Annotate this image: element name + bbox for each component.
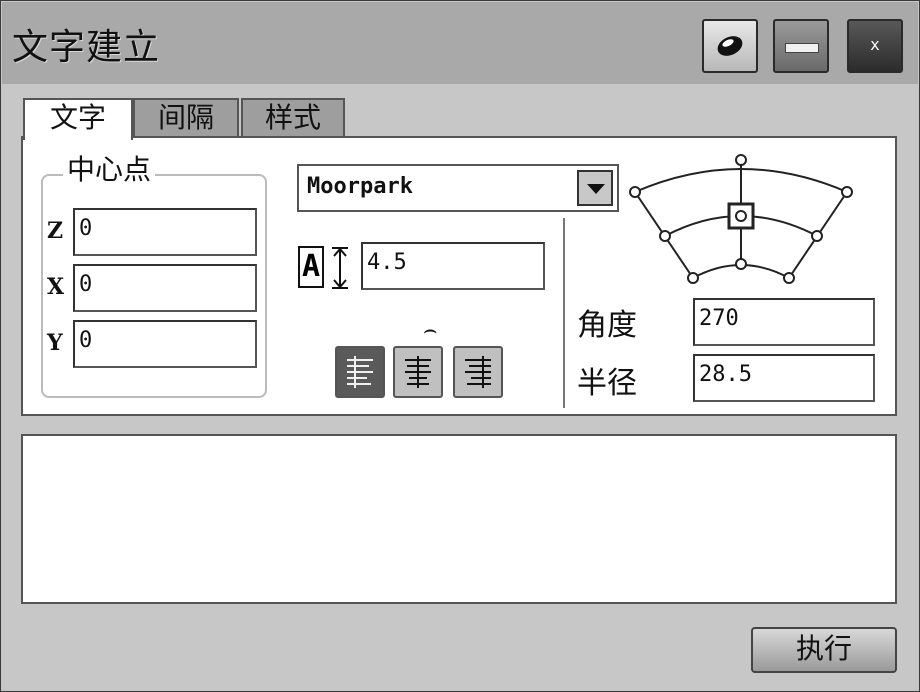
close-button[interactable]: x bbox=[847, 19, 903, 73]
tab-text[interactable]: 文字 bbox=[23, 98, 133, 140]
radius-label: 半径 bbox=[577, 366, 637, 401]
title-bar[interactable]: 文字建立 x bbox=[2, 2, 918, 84]
height-arrow-icon bbox=[332, 247, 348, 289]
arc-curve-icon: ⌢ bbox=[423, 318, 438, 343]
z-label: Z bbox=[47, 218, 64, 244]
align-right-icon bbox=[465, 356, 491, 388]
text-tab-panel: 中心点 Z 0 X 0 Y 0 Moorpark A 4.5 ⌢ 角度 270 … bbox=[21, 136, 897, 416]
tab-label: 间隔 bbox=[157, 101, 214, 134]
pin-button[interactable] bbox=[702, 19, 758, 73]
y-input[interactable]: 0 bbox=[73, 320, 257, 368]
font-selected-value: Moorpark bbox=[307, 174, 413, 199]
align-center-button[interactable] bbox=[393, 346, 443, 398]
tab-label: 文字 bbox=[49, 101, 106, 134]
execute-button[interactable]: 执行 bbox=[751, 627, 897, 673]
text-height-icon: A bbox=[298, 246, 354, 290]
close-icon: x bbox=[870, 35, 880, 54]
text-height-input[interactable]: 4.5 bbox=[361, 242, 545, 290]
angle-input[interactable]: 270 bbox=[693, 298, 875, 346]
minimize-button[interactable] bbox=[773, 19, 829, 73]
z-input[interactable]: 0 bbox=[73, 208, 257, 256]
angle-label: 角度 bbox=[577, 308, 637, 343]
radius-input[interactable]: 28.5 bbox=[693, 354, 875, 402]
chevron-down-icon[interactable] bbox=[577, 170, 613, 206]
y-label: Y bbox=[47, 330, 63, 356]
align-left-icon bbox=[347, 356, 373, 388]
center-point-legend: 中心点 bbox=[63, 148, 156, 188]
tab-style[interactable]: 样式 bbox=[241, 98, 345, 138]
vertical-divider bbox=[563, 218, 565, 408]
window-title: 文字建立 bbox=[12, 27, 161, 68]
minimize-icon bbox=[785, 43, 819, 53]
font-dropdown[interactable]: Moorpark bbox=[297, 164, 619, 212]
pin-icon bbox=[717, 36, 743, 56]
arc-anchor-diagram[interactable] bbox=[623, 152, 863, 292]
tab-label: 样式 bbox=[264, 101, 321, 134]
x-input[interactable]: 0 bbox=[73, 264, 257, 312]
x-label: X bbox=[47, 274, 65, 300]
preview-area[interactable] bbox=[21, 434, 897, 604]
tab-spacing[interactable]: 间隔 bbox=[133, 98, 239, 138]
align-right-button[interactable] bbox=[453, 346, 503, 398]
align-center-icon bbox=[405, 356, 431, 388]
text-create-dialog: 文字建立 x 文字 间隔 样式 中心点 Z 0 X 0 Y 0 Moorpark… bbox=[0, 0, 920, 692]
letter-a-icon: A bbox=[298, 246, 324, 288]
align-left-button[interactable] bbox=[335, 346, 385, 398]
